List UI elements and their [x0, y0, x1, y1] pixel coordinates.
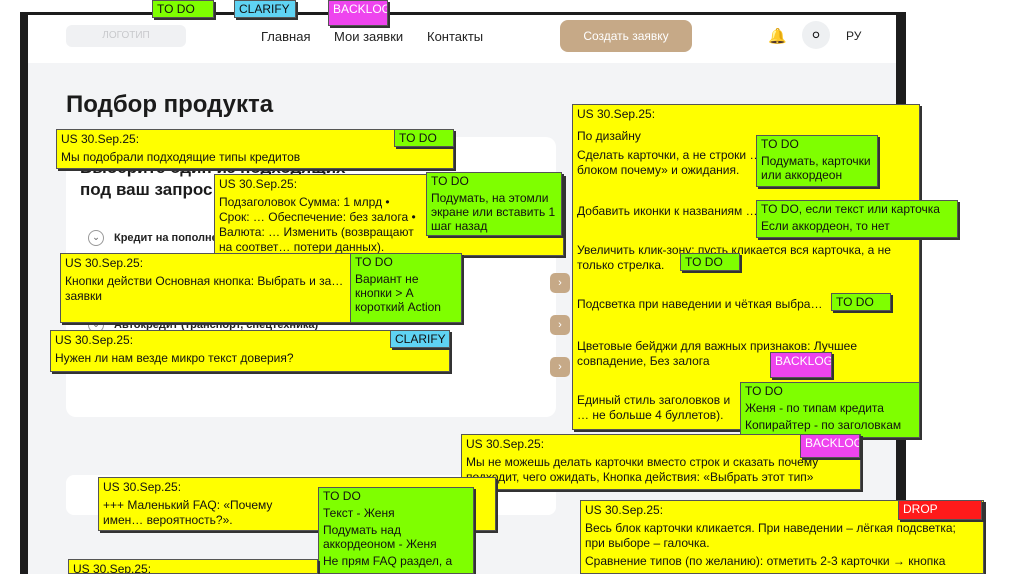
note-text: Сравнение типов (по желанию): отметить 2…	[585, 554, 946, 568]
tag-note: Копирайтер - по заголовкам	[745, 418, 902, 432]
note-line: Увеличить клик-зону: пусть кликается вся…	[577, 243, 891, 272]
chevron-down-icon: ⌄	[88, 230, 104, 246]
clarify-tag: CLARIFY	[390, 330, 450, 348]
todo-tag: TO DO Женя - по типам кредита Копирайтер…	[740, 382, 920, 438]
todo-tag: TO DO Текст - Женя Подумать над аккордео…	[318, 487, 474, 574]
clarify-tag: CLARIFY	[234, 0, 296, 18]
note-text: Кнопки действи Основная кнопка: Выбрать …	[65, 274, 344, 303]
tag-label: TO DO	[323, 489, 361, 503]
bell-icon[interactable]: 🔔	[768, 27, 787, 45]
nav-contacts[interactable]: Контакты	[427, 29, 483, 44]
tag-note: Подумать, карточки или аккордеон	[761, 154, 871, 182]
note-text: Мы не можешь делать карточки вместо стро…	[466, 455, 819, 484]
todo-tag: TO DO Подумать, на этомли экране или вст…	[426, 172, 562, 236]
drop-tag: DROP	[898, 500, 982, 520]
note-date: US 30.Sep.25:	[61, 132, 140, 146]
tag-note: Если аккордеон, то нет	[761, 219, 890, 233]
tag-label: TO DO	[745, 384, 783, 398]
note-text: Мы подобрали подходящие типы кредитов	[61, 150, 301, 164]
chevron-right-icon[interactable]: ›	[550, 315, 570, 335]
todo-tag: TO DO Вариант не кнопки > А короткий Act…	[350, 253, 462, 323]
note-date: US 30.Sep.25:	[55, 333, 134, 347]
tag-note: Не прям FAQ раздел, а	[323, 554, 453, 568]
page-title: Подбор продукта	[66, 91, 274, 118]
create-request-button[interactable]: Создать заявку	[560, 20, 692, 52]
note-line: Добавить иконки к названиям …	[577, 204, 758, 218]
review-note: US 30.Sep.25:	[68, 559, 318, 574]
frame-left-edge	[20, 12, 28, 574]
tag-label: TO DO	[761, 137, 799, 151]
language-switch[interactable]: РУ	[846, 29, 861, 43]
backlog-tag: BACKLOG	[328, 0, 388, 26]
tag-note: Женя - по типам кредита	[745, 401, 884, 415]
note-line: Подсветка при наведении и чёткая выбра…	[577, 297, 823, 311]
note-text: Весь блок карточки кликается. При наведе…	[585, 521, 956, 550]
todo-tag: TO DO Подумать, карточки или аккордеон	[756, 135, 878, 187]
note-date: US 30.Sep.25:	[73, 562, 152, 574]
nav-home[interactable]: Главная	[261, 29, 310, 44]
logo: ЛОГОТИП	[66, 25, 186, 47]
chevron-right-icon[interactable]: ›	[550, 273, 570, 293]
todo-tag: TO DO	[394, 129, 454, 147]
todo-tag: TO DO	[831, 293, 891, 311]
tag-note: Вариант не кнопки > А короткий Action	[355, 272, 441, 314]
tag-note: Подумать над аккордеоном - Женя	[323, 523, 437, 551]
tag-label: TO DO	[355, 255, 393, 269]
nav-my-requests[interactable]: Мои заявки	[334, 29, 403, 44]
todo-tag: TO DO	[152, 0, 214, 18]
note-text: Подзаголовок Сумма: 1 млрд • Срок: … Обе…	[219, 195, 416, 254]
tag-label: TO DO	[431, 174, 469, 188]
todo-tag: TO DO	[680, 253, 740, 271]
todo-tag: TO DO, если текст или карточка Если акко…	[756, 200, 958, 238]
tag-note: Текст - Женя	[323, 506, 395, 520]
note-date: US 30.Sep.25:	[466, 437, 545, 451]
backlog-tag: BACKLOG	[770, 352, 832, 378]
note-date: US 30.Sep.25:	[577, 107, 656, 121]
tag-label: TO DO, если текст или карточка	[761, 202, 940, 216]
note-text: +++ Маленький FAQ: «Почему имен… вероятн…	[103, 498, 273, 527]
note-text: Нужен ли нам везде микро текст доверия?	[55, 351, 294, 365]
top-header: ЛОГОТИП Главная Мои заявки Контакты Созд…	[28, 15, 896, 63]
note-line: Сделать карточки, а не строки … блоком п…	[577, 148, 762, 177]
note-line: Единый стиль заголовков и … не больше 4 …	[577, 393, 731, 422]
note-line: Цветовые бейджи для важных признаков: Лу…	[577, 339, 857, 368]
user-icon[interactable]: ⚪	[802, 21, 830, 49]
chevron-right-icon[interactable]: ›	[550, 357, 570, 377]
backlog-tag: BACKLOG	[800, 434, 860, 458]
card-heading-line2: под ваш запрос	[80, 180, 213, 199]
tag-note: Подумать, на этомли экране или вставить …	[431, 191, 556, 233]
